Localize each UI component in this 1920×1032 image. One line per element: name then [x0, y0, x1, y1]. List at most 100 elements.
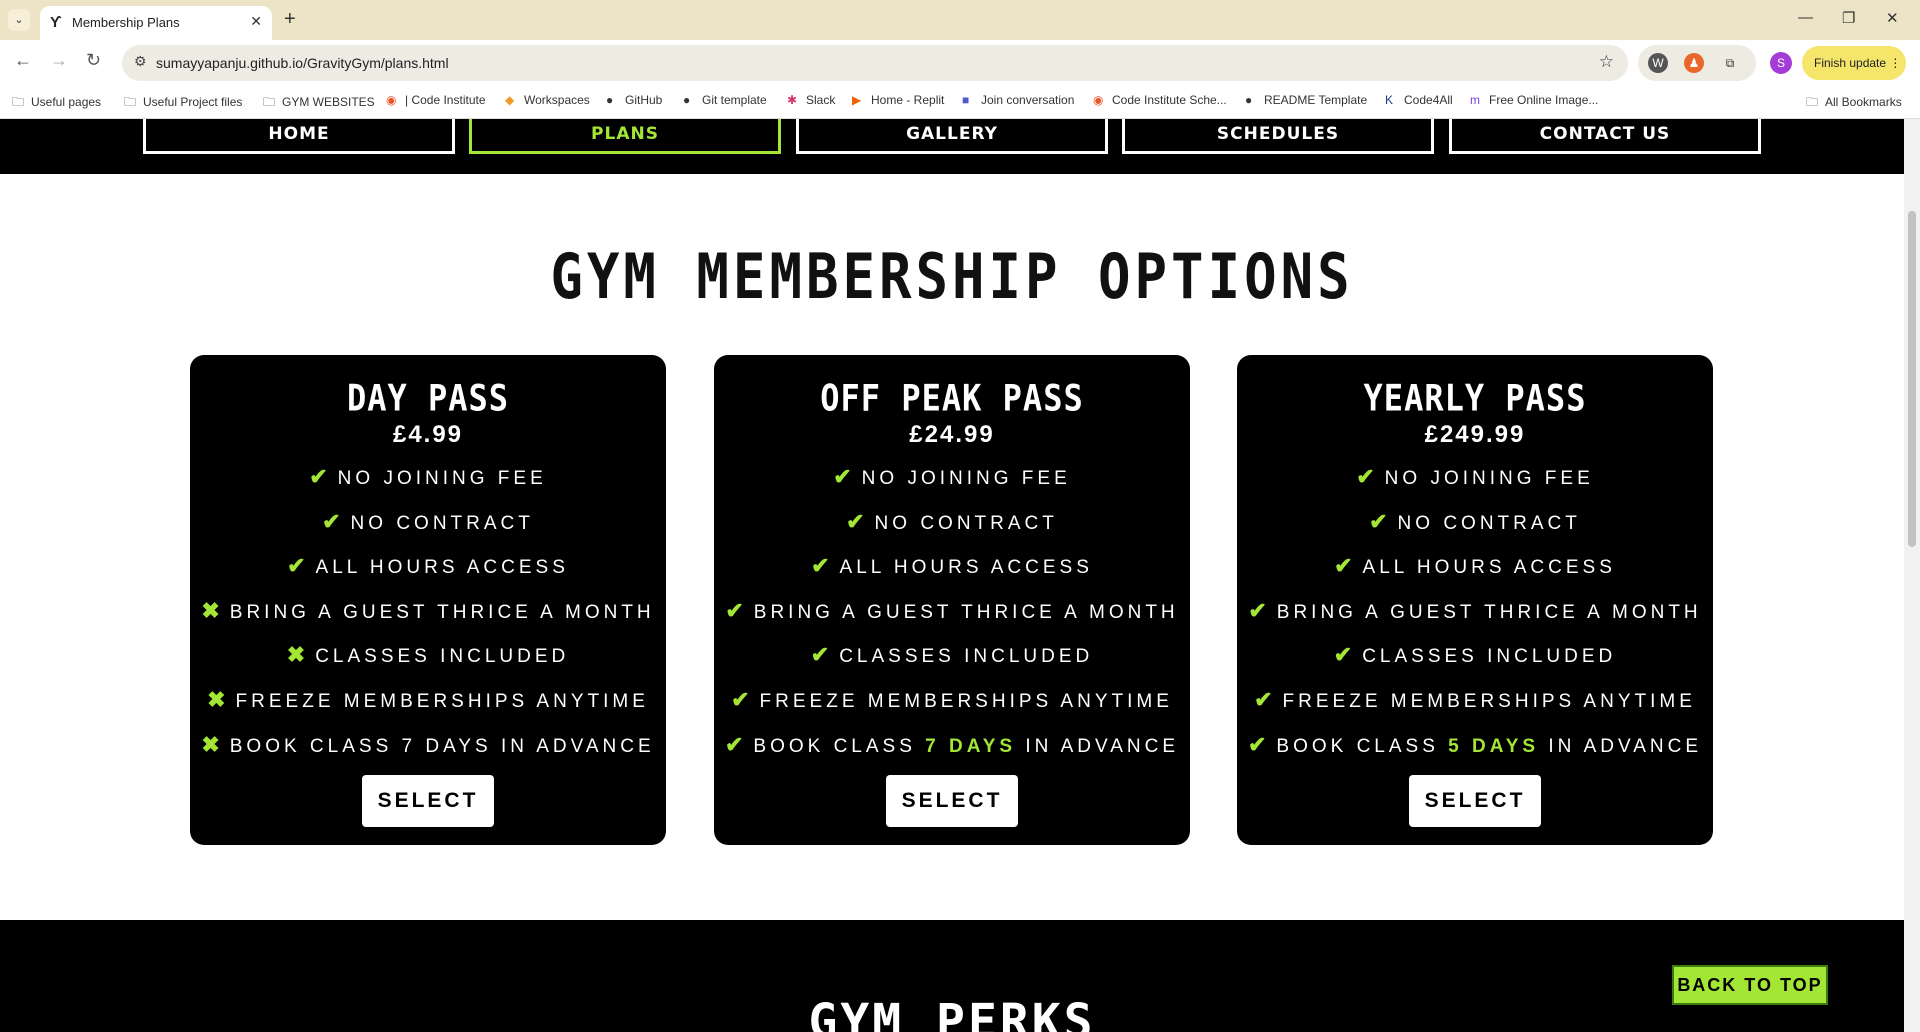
- bookmark-item[interactable]: 🗀 Useful Project files: [124, 93, 242, 114]
- feature-item: ✖ BRING A GUEST THRICE A MONTH: [190, 589, 666, 634]
- bookmark-label: Slack: [806, 93, 836, 107]
- feature-highlight: 7 DAYS: [401, 735, 492, 757]
- forward-icon[interactable]: →: [50, 50, 68, 71]
- reload-icon[interactable]: ↻: [86, 50, 101, 71]
- folder-icon: 🗀: [124, 95, 137, 109]
- bookmark-item[interactable]: ◉ | Code Institute: [386, 93, 486, 107]
- bookmark-item[interactable]: ▶ Home - Replit: [852, 93, 944, 107]
- tab-search-chevron-icon[interactable]: ⌄: [8, 9, 30, 31]
- nav-link-plans[interactable]: PLANS: [469, 119, 781, 154]
- url-text[interactable]: sumayyapanju.github.io/GravityGym/plans.…: [156, 55, 449, 71]
- bookmark-item[interactable]: ● Git template: [683, 93, 767, 107]
- nav-link-gallery[interactable]: GALLERY: [796, 119, 1108, 154]
- plan-card: YEARLY PASS £249.99 ✔ NO JOINING FEE ✔ NO CON…: [1237, 355, 1713, 845]
- close-tab-icon[interactable]: ✕: [250, 13, 262, 30]
- back-to-top-button[interactable]: BACK TO TOP: [1672, 965, 1828, 1005]
- minimize-icon[interactable]: —: [1798, 9, 1813, 26]
- back-icon[interactable]: ←: [14, 50, 32, 71]
- feature-text: BOOK CLASS: [1276, 735, 1449, 757]
- puzzle-extensions-icon[interactable]: ⧉: [1720, 53, 1740, 73]
- restore-icon[interactable]: ❐: [1842, 9, 1855, 27]
- bookmark-item[interactable]: K Code4All: [1385, 93, 1453, 107]
- bookmarks-bar: 🗀 All Bookmarks 🗀 Useful pages 🗀 Useful Proj…: [0, 85, 1920, 119]
- bookmark-item[interactable]: ● GitHub: [606, 93, 662, 107]
- scrollbar-thumb[interactable]: [1908, 211, 1916, 547]
- select-plan-button[interactable]: SELECT: [362, 775, 494, 827]
- bookmark-label: Free Online Image...: [1489, 93, 1599, 107]
- gym-perks-section: GYM PERKS: [0, 920, 1904, 1032]
- extension-icon[interactable]: ♟: [1684, 53, 1704, 73]
- page-title: GYM MEMBERSHIP OPTIONS: [550, 240, 1354, 313]
- feature-list: ✔ NO JOINING FEE ✔ NO CONTRACT ✔ ALL HOURS AC…: [714, 455, 1190, 767]
- github-icon: ●: [606, 93, 614, 107]
- bookmark-label: GYM WEBSITES: [282, 95, 375, 109]
- feature-text: NO JOINING FEE: [861, 468, 1071, 489]
- feature-item: ✖ BOOK CLASS 7 DAYS IN ADVANCE: [190, 723, 666, 768]
- slack-icon: ✱: [787, 93, 798, 107]
- nav-link-schedules[interactable]: SCHEDULES: [1122, 119, 1434, 154]
- cross-icon: ✖: [201, 731, 220, 757]
- feature-item: ✔ NO CONTRACT: [1237, 500, 1713, 545]
- feature-text: CLASSES INCLUDED: [1362, 646, 1617, 668]
- bookmark-item[interactable]: ✱ Slack: [787, 93, 835, 107]
- replit-icon: ▶: [852, 93, 862, 107]
- bookmark-label: GitHub: [625, 93, 663, 107]
- feature-text: ALL HOURS ACCESS: [839, 557, 1093, 579]
- feature-text-after: IN ADVANCE: [491, 735, 655, 757]
- bookmark-item[interactable]: ◉ Code Institute Sche...: [1093, 93, 1227, 107]
- feature-text: NO CONTRACT: [874, 512, 1058, 534]
- new-tab-icon[interactable]: +: [284, 8, 296, 31]
- bookmark-label: README Template: [1264, 93, 1368, 107]
- close-window-icon[interactable]: ✕: [1886, 9, 1899, 27]
- page-scrollbar[interactable]: [1904, 119, 1920, 1032]
- feature-item: ✔ CLASSES INCLUDED: [1237, 633, 1713, 678]
- feature-item: ✔ NO CONTRACT: [714, 500, 1190, 545]
- nav-link-contact-us[interactable]: CONTACT US: [1449, 119, 1761, 154]
- all-bookmarks-label: All Bookmarks: [1825, 95, 1902, 109]
- plan-price: £4.99: [392, 421, 464, 448]
- feature-text: BRING A GUEST THRICE A MONTH: [753, 601, 1179, 623]
- feature-list: ✔ NO JOINING FEE ✔ NO CONTRACT ✔ ALL HOURS AC…: [190, 455, 666, 767]
- feature-item: ✔ CLASSES INCLUDED: [714, 633, 1190, 678]
- bookmark-item[interactable]: ◆ Workspaces: [505, 93, 590, 107]
- feature-text: BRING A GUEST THRICE A MONTH: [1276, 601, 1702, 623]
- check-icon: ✔: [731, 686, 750, 712]
- nav-link-home[interactable]: HOME: [143, 119, 455, 154]
- feature-item: ✔ BRING A GUEST THRICE A MONTH: [714, 589, 1190, 634]
- check-icon: ✔: [724, 731, 744, 757]
- feature-text: BOOK CLASS: [753, 735, 926, 757]
- bookmark-label: Code4All: [1404, 93, 1453, 107]
- bookmark-item[interactable]: ● README Template: [1245, 93, 1367, 107]
- folder-icon: 🗀: [263, 95, 276, 109]
- feature-text: NO JOINING FEE: [1384, 468, 1594, 489]
- check-icon: ✔: [322, 508, 341, 534]
- cross-icon: ✖: [286, 642, 306, 668]
- select-plan-button[interactable]: SELECT: [1409, 775, 1541, 827]
- bookmark-item[interactable]: ■ Join conversation: [962, 93, 1074, 107]
- bookmark-star-icon[interactable]: ☆: [1599, 52, 1614, 72]
- browser-tab[interactable]: ϒ Membership Plans ✕: [40, 6, 272, 40]
- perks-heading: GYM PERKS: [808, 994, 1096, 1032]
- feature-item: ✔ BRING A GUEST THRICE A MONTH: [1237, 589, 1713, 634]
- bookmark-item[interactable]: 🗀 Useful pages: [12, 93, 101, 114]
- finish-update-button[interactable]: Finish update ⋮: [1802, 46, 1906, 80]
- plan-card: DAY PASS £4.99 ✔ NO JOINING FEE ✔ NO CONTRACT…: [190, 355, 666, 845]
- feature-text: NO CONTRACT: [1397, 512, 1581, 534]
- page-viewport: HOME PLANS GALLERY SCHEDULES CONTACT US GYM …: [0, 119, 1904, 1032]
- plan-card: OFF PEAK PASS £24.99 ✔ NO JOINING FEE ✔ NO CO…: [714, 355, 1190, 845]
- check-icon: ✔: [1247, 731, 1267, 757]
- feature-text: ALL HOURS ACCESS: [1362, 557, 1616, 579]
- all-bookmarks-item[interactable]: 🗀 All Bookmarks: [1806, 93, 1902, 114]
- profile-avatar[interactable]: S: [1770, 52, 1792, 74]
- check-icon: ✔: [810, 642, 830, 668]
- address-bar[interactable]: ⚙ sumayyapanju.github.io/GravityGym/plan…: [122, 45, 1628, 81]
- site-settings-icon[interactable]: ⚙: [134, 53, 147, 70]
- check-icon: ✔: [1369, 508, 1388, 534]
- bookmark-item[interactable]: 🗀 GYM WEBSITES: [263, 93, 375, 114]
- select-plan-button[interactable]: SELECT: [886, 775, 1018, 827]
- feature-text: ALL HOURS ACCESS: [315, 557, 569, 579]
- wordpress-extension-icon[interactable]: W: [1648, 53, 1668, 73]
- bookmark-label: Useful pages: [31, 95, 102, 109]
- teams-icon: ■: [962, 93, 970, 107]
- bookmark-item[interactable]: m Free Online Image...: [1470, 93, 1598, 107]
